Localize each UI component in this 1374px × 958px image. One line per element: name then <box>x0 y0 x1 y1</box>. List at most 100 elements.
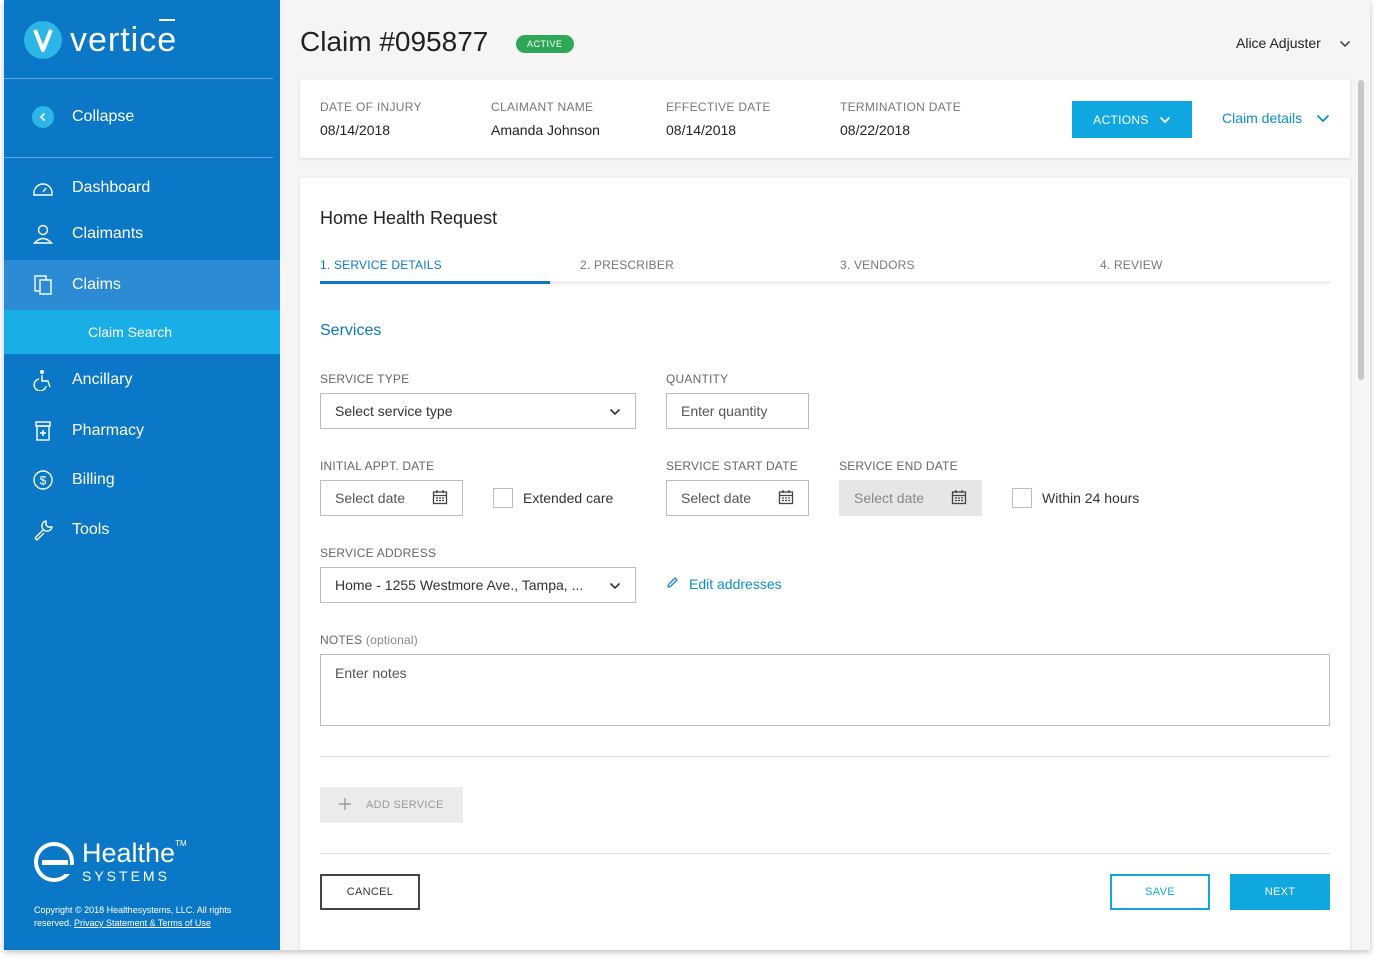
edit-addresses-label: Edit addresses <box>689 576 782 592</box>
sidebar: vertice Collapse Dashboard Claimants Cla… <box>4 0 280 950</box>
initial-appt-date-label: INITIAL APPT. DATE <box>320 459 435 473</box>
field-label: CLAIMANT NAME <box>491 100 594 114</box>
chevron-left-icon <box>32 106 54 128</box>
actions-button[interactable]: ACTIONS <box>1072 101 1192 138</box>
input-placeholder: Select date <box>681 490 752 506</box>
field-value: Amanda Johnson <box>491 122 600 138</box>
claim-summary-card: DATE OF INJURY 08/14/2018 CLAIMANT NAME … <box>300 80 1350 158</box>
extended-care-checkbox[interactable]: Extended care <box>493 488 613 508</box>
vertice-logo[interactable]: vertice <box>24 18 178 60</box>
chevron-down-icon <box>609 577 621 593</box>
sidebar-item-tools[interactable]: Tools <box>4 512 280 548</box>
sidebar-item-label: Claims <box>72 276 121 293</box>
person-icon <box>32 223 54 245</box>
documents-icon <box>32 274 54 296</box>
page-scrollbar[interactable] <box>1358 80 1364 380</box>
sidebar-item-label: Dashboard <box>72 179 151 196</box>
next-button[interactable]: NEXT <box>1230 874 1330 910</box>
chevron-down-icon <box>1159 113 1171 127</box>
service-start-date-picker[interactable]: Select date <box>666 480 809 516</box>
checkbox-box[interactable] <box>1012 488 1032 508</box>
sidebar-subitem-label: Claim Search <box>88 324 173 340</box>
dollar-icon: $ <box>32 469 54 491</box>
form-title: Home Health Request <box>320 208 498 228</box>
input-placeholder: Select date <box>335 490 406 506</box>
notes-label: NOTES (optional) <box>320 633 418 647</box>
sidebar-item-billing[interactable]: $ Billing <box>4 462 280 498</box>
divider <box>320 756 1330 757</box>
user-name: Alice Adjuster <box>1236 35 1321 51</box>
chevron-down-icon <box>1339 35 1351 51</box>
cancel-button[interactable]: CANCEL <box>320 874 420 910</box>
claim-details-toggle[interactable]: Claim details <box>1222 110 1330 126</box>
svg-text:$: $ <box>40 474 47 488</box>
service-type-select[interactable]: Select service type <box>320 393 636 429</box>
claim-details-label: Claim details <box>1222 110 1303 126</box>
stepper-progress <box>320 281 550 284</box>
wrench-icon <box>32 519 54 541</box>
field-label: DATE OF INJURY <box>320 100 422 114</box>
healthe-logo-mark <box>34 841 74 882</box>
step-vendors[interactable]: 3. VENDORS <box>840 258 915 272</box>
quantity-input[interactable]: Enter quantity <box>666 393 809 429</box>
user-menu[interactable]: Alice Adjuster <box>1236 35 1351 51</box>
chevron-down-icon <box>609 403 621 419</box>
actions-label: ACTIONS <box>1093 112 1149 127</box>
healthe-logo: HealtheTM SYSTEMS <box>34 840 187 883</box>
service-address-select[interactable]: Home - 1255 Westmore Ave., Tampa, ... <box>320 567 636 603</box>
quantity-label: QUANTITY <box>666 372 729 386</box>
plus-icon <box>338 797 352 814</box>
calendar-icon <box>951 489 967 508</box>
notes-textarea[interactable]: Enter notes <box>320 654 1330 726</box>
edit-addresses-link[interactable]: Edit addresses <box>666 576 782 592</box>
date-of-injury-field: DATE OF INJURY 08/14/2018 <box>320 100 422 138</box>
save-button[interactable]: SAVE <box>1110 874 1210 910</box>
notes-label-text: NOTES <box>320 633 363 647</box>
select-value: Home - 1255 Westmore Ave., Tampa, ... <box>335 577 584 593</box>
healthe-name: Healthe <box>82 838 176 868</box>
sidebar-item-ancillary[interactable]: Ancillary <box>4 362 280 398</box>
status-badge: ACTIVE <box>516 35 574 53</box>
checkbox-box[interactable] <box>493 488 513 508</box>
claimant-name-field: CLAIMANT NAME Amanda Johnson <box>491 100 600 138</box>
copyright-text: Copyright © 2018 Healthesystems, LLC. Al… <box>34 904 249 930</box>
sidebar-item-claimants[interactable]: Claimants <box>4 216 280 252</box>
sidebar-item-claims[interactable]: Claims <box>4 260 280 310</box>
sidebar-item-dashboard[interactable]: Dashboard <box>4 170 280 206</box>
step-review[interactable]: 4. REVIEW <box>1100 258 1162 272</box>
select-value: Select service type <box>335 403 453 419</box>
medicine-icon <box>32 420 54 442</box>
collapse-button[interactable]: Collapse <box>32 106 134 128</box>
calendar-icon <box>778 489 794 508</box>
within-24-hours-checkbox[interactable]: Within 24 hours <box>1012 488 1139 508</box>
add-service-button[interactable]: ADD SERVICE <box>320 787 463 823</box>
checkbox-label: Within 24 hours <box>1042 490 1140 506</box>
termination-date-field: TERMINATION DATE 08/22/2018 <box>840 100 961 138</box>
initial-appt-date-picker[interactable]: Select date <box>320 480 463 516</box>
cancel-label: CANCEL <box>346 886 394 898</box>
dashboard-icon <box>32 177 54 199</box>
privacy-terms-link[interactable]: Privacy Statement & Terms of Use <box>74 918 211 928</box>
healthe-suffix: SYSTEMS <box>82 868 170 884</box>
stepper: 1. SERVICE DETAILS 2. PRESCRIBER 3. VEND… <box>320 258 1330 284</box>
sidebar-subitem-claim-search[interactable]: Claim Search <box>4 310 280 354</box>
field-value: 08/14/2018 <box>666 122 737 138</box>
service-end-date-picker[interactable]: Select date <box>839 480 982 516</box>
sidebar-item-label: Ancillary <box>72 371 133 388</box>
field-label: TERMINATION DATE <box>840 100 962 114</box>
sidebar-item-label: Pharmacy <box>72 422 145 439</box>
section-title: Services <box>320 322 382 339</box>
step-prescriber[interactable]: 2. PRESCRIBER <box>580 258 674 272</box>
sidebar-item-pharmacy[interactable]: Pharmacy <box>4 413 280 449</box>
vertice-logo-mark <box>24 21 62 59</box>
vertice-logo-text: vertice <box>70 18 178 59</box>
step-service-details[interactable]: 1. SERVICE DETAILS <box>320 258 442 272</box>
accessibility-icon <box>32 369 54 391</box>
healthe-trademark: TM <box>175 839 187 848</box>
service-address-label: SERVICE ADDRESS <box>320 546 437 560</box>
pencil-icon <box>666 576 679 592</box>
service-start-date-label: SERVICE START DATE <box>666 459 798 473</box>
service-type-label: SERVICE TYPE <box>320 372 410 386</box>
textarea-placeholder: Enter notes <box>335 665 407 681</box>
calendar-icon <box>432 489 448 508</box>
